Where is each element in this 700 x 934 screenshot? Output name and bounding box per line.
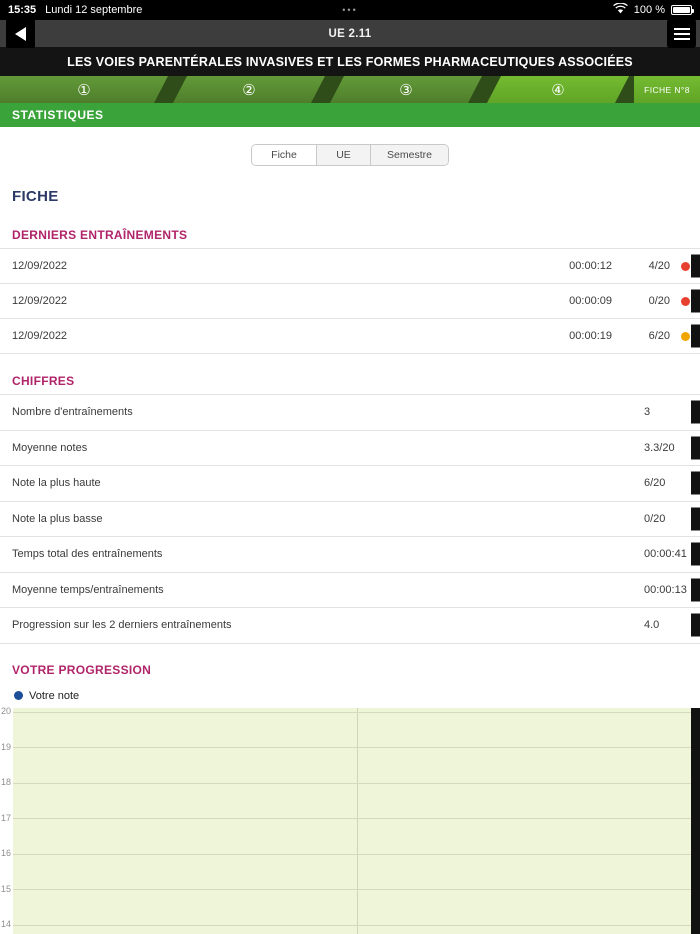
derniers-table: 12/09/2022 00:00:12 4/20 12/09/2022 00:0… [0, 248, 700, 354]
entrainement-row[interactable]: 12/09/2022 00:00:19 6/20 [0, 319, 700, 354]
chart-h-gridline [13, 889, 700, 890]
chart-y-tick: 15 [0, 883, 11, 894]
row-edge-marker [691, 578, 700, 602]
content: Fiche UE Semestre FICHE DERNIERS ENTRAÎN… [0, 144, 700, 934]
row-edge-marker [691, 254, 700, 278]
chiffre-label: Moyenne temps/entraînements [12, 583, 164, 596]
stepper-step-2[interactable]: ② [173, 76, 325, 103]
status-right: 100 % [612, 2, 694, 17]
stepper-step-4[interactable]: ④ [487, 76, 629, 103]
chiffre-row: Note la plus basse 0/20 [0, 502, 700, 537]
entrainement-score: 6/20 [648, 330, 670, 342]
row-edge-marker [691, 542, 700, 566]
chart-h-gridline [13, 782, 700, 784]
back-arrow-icon [15, 26, 26, 41]
chiffres-table: Nombre d'entraînements 3 Moyenne notes 3… [0, 394, 700, 644]
wifi-icon [612, 2, 628, 17]
score-status-dot [680, 261, 690, 271]
chiffre-label: Temps total des entraînements [12, 548, 163, 561]
tab-semestre[interactable]: Semestre [370, 145, 448, 165]
course-banner: LES VOIES PARENTÉRALES INVASIVES ET LES … [0, 47, 700, 76]
entrainement-row[interactable]: 12/09/2022 00:00:09 0/20 [0, 284, 700, 319]
scope-segmented-control: Fiche UE Semestre [251, 144, 449, 166]
chart-plot [13, 707, 700, 934]
chiffre-label: Note la plus haute [12, 477, 101, 490]
step-4-number: ④ [551, 81, 565, 99]
chiffre-row: Temps total des entraînements 00:00:41 [0, 537, 700, 573]
chart-y-tick: 19 [0, 741, 11, 752]
statistiques-bar: STATISTIQUES [0, 103, 700, 127]
chiffre-row: Nombre d'entraînements 3 [0, 395, 700, 431]
derniers-heading: DERNIERS ENTRAÎNEMENTS [12, 228, 188, 242]
chart-y-tick: 20 [0, 706, 11, 716]
row-edge-marker [691, 507, 700, 531]
chiffre-row: Progression sur les 2 derniers entraînem… [0, 608, 700, 644]
chiffre-label: Moyenne notes [12, 441, 88, 454]
entrainement-date: 12/09/2022 [12, 330, 68, 342]
chart-h-gridline [13, 853, 700, 855]
score-status-dot [680, 331, 690, 341]
stepper-step-1[interactable]: ① [0, 76, 168, 103]
stepper-step-3[interactable]: ③ [330, 76, 482, 103]
chiffre-row: Note la plus haute 6/20 [0, 466, 700, 502]
chart-h-gridline [13, 711, 700, 713]
row-edge-marker [691, 324, 700, 348]
nav-bar: UE 2.11 [0, 19, 700, 48]
tab-ue[interactable]: UE [316, 145, 370, 165]
chiffre-label: Note la plus basse [12, 512, 103, 525]
back-button[interactable] [6, 19, 35, 48]
chart-y-tick: 18 [0, 777, 11, 787]
chiffre-row: Moyenne temps/entraînements 00:00:13 [0, 573, 700, 608]
status-left: 15:35 Lundi 12 septembre [8, 4, 142, 16]
progression-chart: 20 19 18 17 16 15 14 [0, 706, 700, 934]
chart-vertical-gridline [356, 707, 358, 934]
chart-edge-marker [691, 707, 700, 934]
screen: 15:35 Lundi 12 septembre ••• 100 % UE 2.… [0, 0, 700, 934]
fiche-number-label: FICHE N°8 [634, 76, 700, 103]
battery-icon [671, 5, 694, 15]
stepper: ① ② ③ ④ FICHE N°8 [0, 76, 700, 103]
entrainement-score: 4/20 [648, 260, 670, 272]
progression-heading: VOTRE PROGRESSION [12, 662, 152, 677]
page-title: FICHE [12, 188, 59, 205]
chiffre-label: Progression sur les 2 derniers entraînem… [12, 619, 232, 632]
entrainement-duration: 00:00:12 [569, 260, 612, 272]
chart-y-tick: 16 [0, 848, 11, 858]
entrainement-duration: 00:00:19 [569, 330, 612, 342]
entrainement-duration: 00:00:09 [569, 295, 612, 307]
chiffres-heading: CHIFFRES [12, 374, 75, 388]
step-3-number: ③ [399, 81, 413, 99]
entrainement-score: 0/20 [648, 295, 670, 307]
row-edge-marker [691, 436, 700, 460]
chart-h-gridline [13, 818, 700, 819]
chart-h-gridline [13, 924, 700, 926]
chart-legend: Votre note [14, 690, 700, 702]
chart-y-tick: 14 [0, 919, 11, 929]
step-2-number: ② [242, 81, 256, 99]
row-edge-marker [691, 613, 700, 637]
legend-dot-icon [14, 691, 23, 700]
chart-y-axis: 20 19 18 17 16 15 14 [0, 706, 12, 934]
chart-y-tick: 17 [0, 812, 11, 823]
chart-h-gridline [13, 747, 700, 748]
entrainement-date: 12/09/2022 [12, 295, 68, 307]
chiffre-label: Nombre d'entraînements [12, 406, 133, 419]
status-bar: 15:35 Lundi 12 septembre ••• 100 % [0, 0, 700, 20]
step-1-number: ① [77, 81, 91, 99]
status-center-dots: ••• [342, 5, 358, 15]
entrainement-date: 12/09/2022 [12, 260, 68, 272]
score-status-dot [680, 296, 690, 306]
status-time: 15:35 [8, 4, 37, 16]
chiffre-row: Moyenne notes 3.3/20 [0, 431, 700, 466]
battery-percent: 100 % [633, 4, 665, 16]
legend-label: Votre note [29, 689, 80, 702]
tab-fiche[interactable]: Fiche [252, 145, 316, 165]
menu-button[interactable] [667, 19, 696, 48]
row-edge-marker [691, 400, 700, 424]
row-edge-marker [691, 471, 700, 495]
row-edge-marker [691, 289, 700, 313]
status-date: Lundi 12 septembre [45, 4, 143, 16]
entrainement-row[interactable]: 12/09/2022 00:00:12 4/20 [0, 249, 700, 284]
nav-title: UE 2.11 [328, 27, 372, 40]
